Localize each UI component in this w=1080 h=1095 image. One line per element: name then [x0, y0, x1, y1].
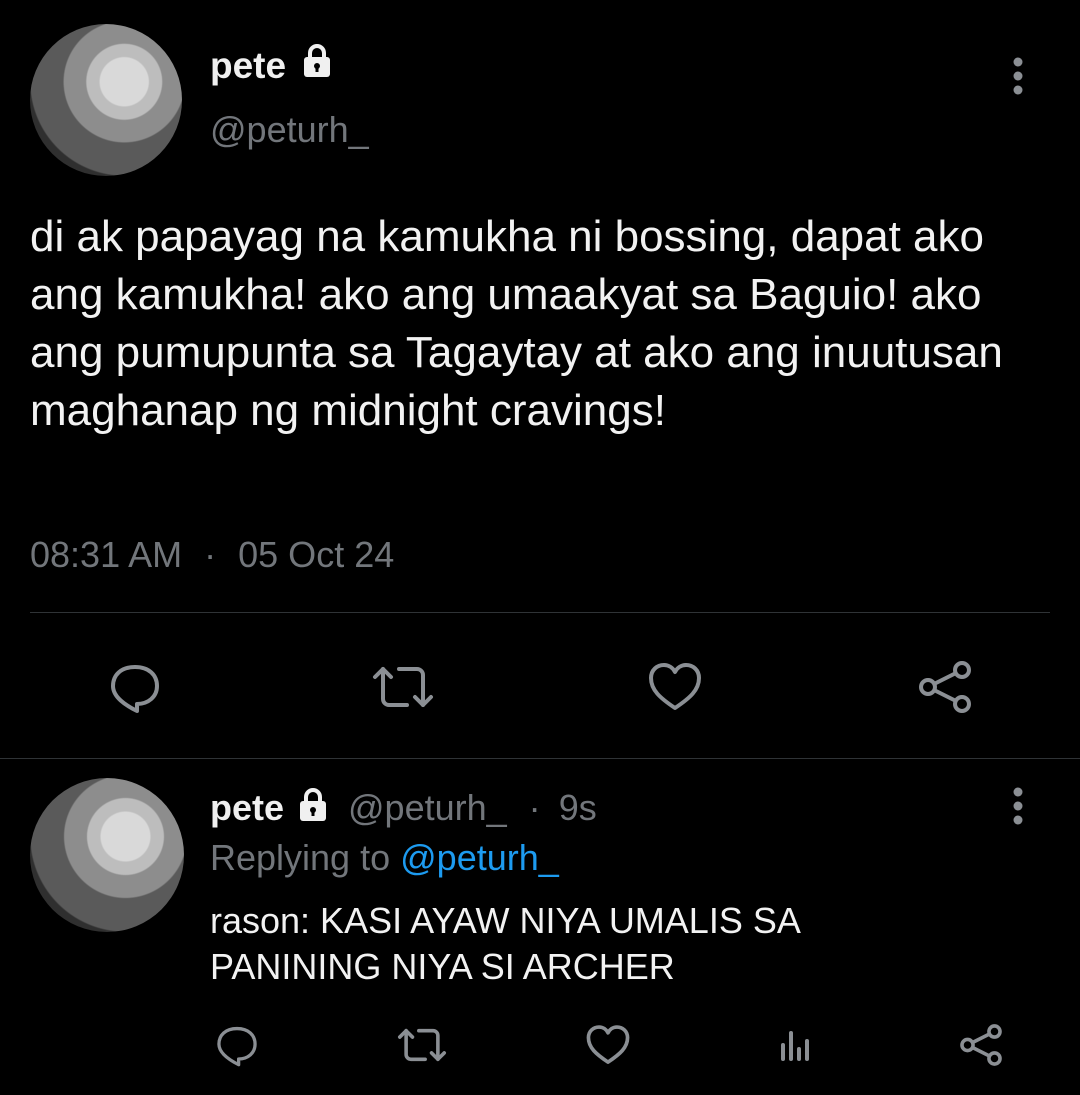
display-name-text: pete: [210, 45, 287, 86]
lock-icon: [298, 42, 336, 80]
heart-icon[interactable]: [644, 656, 706, 718]
more-vertical-icon[interactable]: [1000, 52, 1036, 100]
avatar[interactable]: [30, 24, 182, 176]
tweet-timestamp: 08:31 AM · 05 Oct 24: [30, 532, 394, 578]
timestamp-separator: ·: [204, 534, 217, 575]
reply-text-line: rason: KASI AYAW NIYA UMALIS SA: [210, 900, 801, 941]
replying-to-label: Replying to: [210, 837, 391, 878]
more-vertical-icon[interactable]: [1000, 782, 1036, 830]
heart-icon[interactable]: [582, 1020, 634, 1070]
replying-to: Replying to @peturh_: [210, 836, 559, 880]
reply-icon[interactable]: [212, 1020, 262, 1070]
reply-separator: ·: [528, 787, 541, 828]
reply-age: 9s: [558, 787, 597, 828]
retweet-icon[interactable]: [368, 656, 438, 718]
analytics-icon[interactable]: [770, 1020, 820, 1070]
divider: [30, 612, 1050, 613]
retweet-icon[interactable]: [394, 1020, 450, 1070]
reply-display-name[interactable]: pete: [210, 787, 284, 828]
reply-text-line: PANINING NIYA SI ARCHER: [210, 946, 675, 987]
reply-text: rason: KASI AYAW NIYA UMALIS SA PANINING…: [210, 898, 801, 990]
tweet-time: 08:31 AM: [30, 534, 183, 575]
lock-icon: [294, 786, 332, 824]
display-name[interactable]: pete: [210, 44, 286, 88]
tweet-date: 05 Oct 24: [238, 534, 395, 575]
replying-to-handle[interactable]: @peturh_: [400, 837, 559, 878]
reply-meta: @peturh_ · 9s: [348, 786, 597, 830]
section-divider: [0, 758, 1080, 759]
reply-avatar[interactable]: [30, 778, 184, 932]
tweet-text: di ak papayag na kamukha ni bossing, dap…: [30, 212, 1003, 435]
reply-icon[interactable]: [104, 656, 166, 718]
handle[interactable]: @peturh_: [210, 108, 369, 152]
share-icon[interactable]: [914, 656, 976, 718]
reply-header: pete: [210, 786, 284, 830]
reply-handle[interactable]: @peturh_: [348, 787, 507, 828]
share-icon[interactable]: [956, 1020, 1006, 1070]
